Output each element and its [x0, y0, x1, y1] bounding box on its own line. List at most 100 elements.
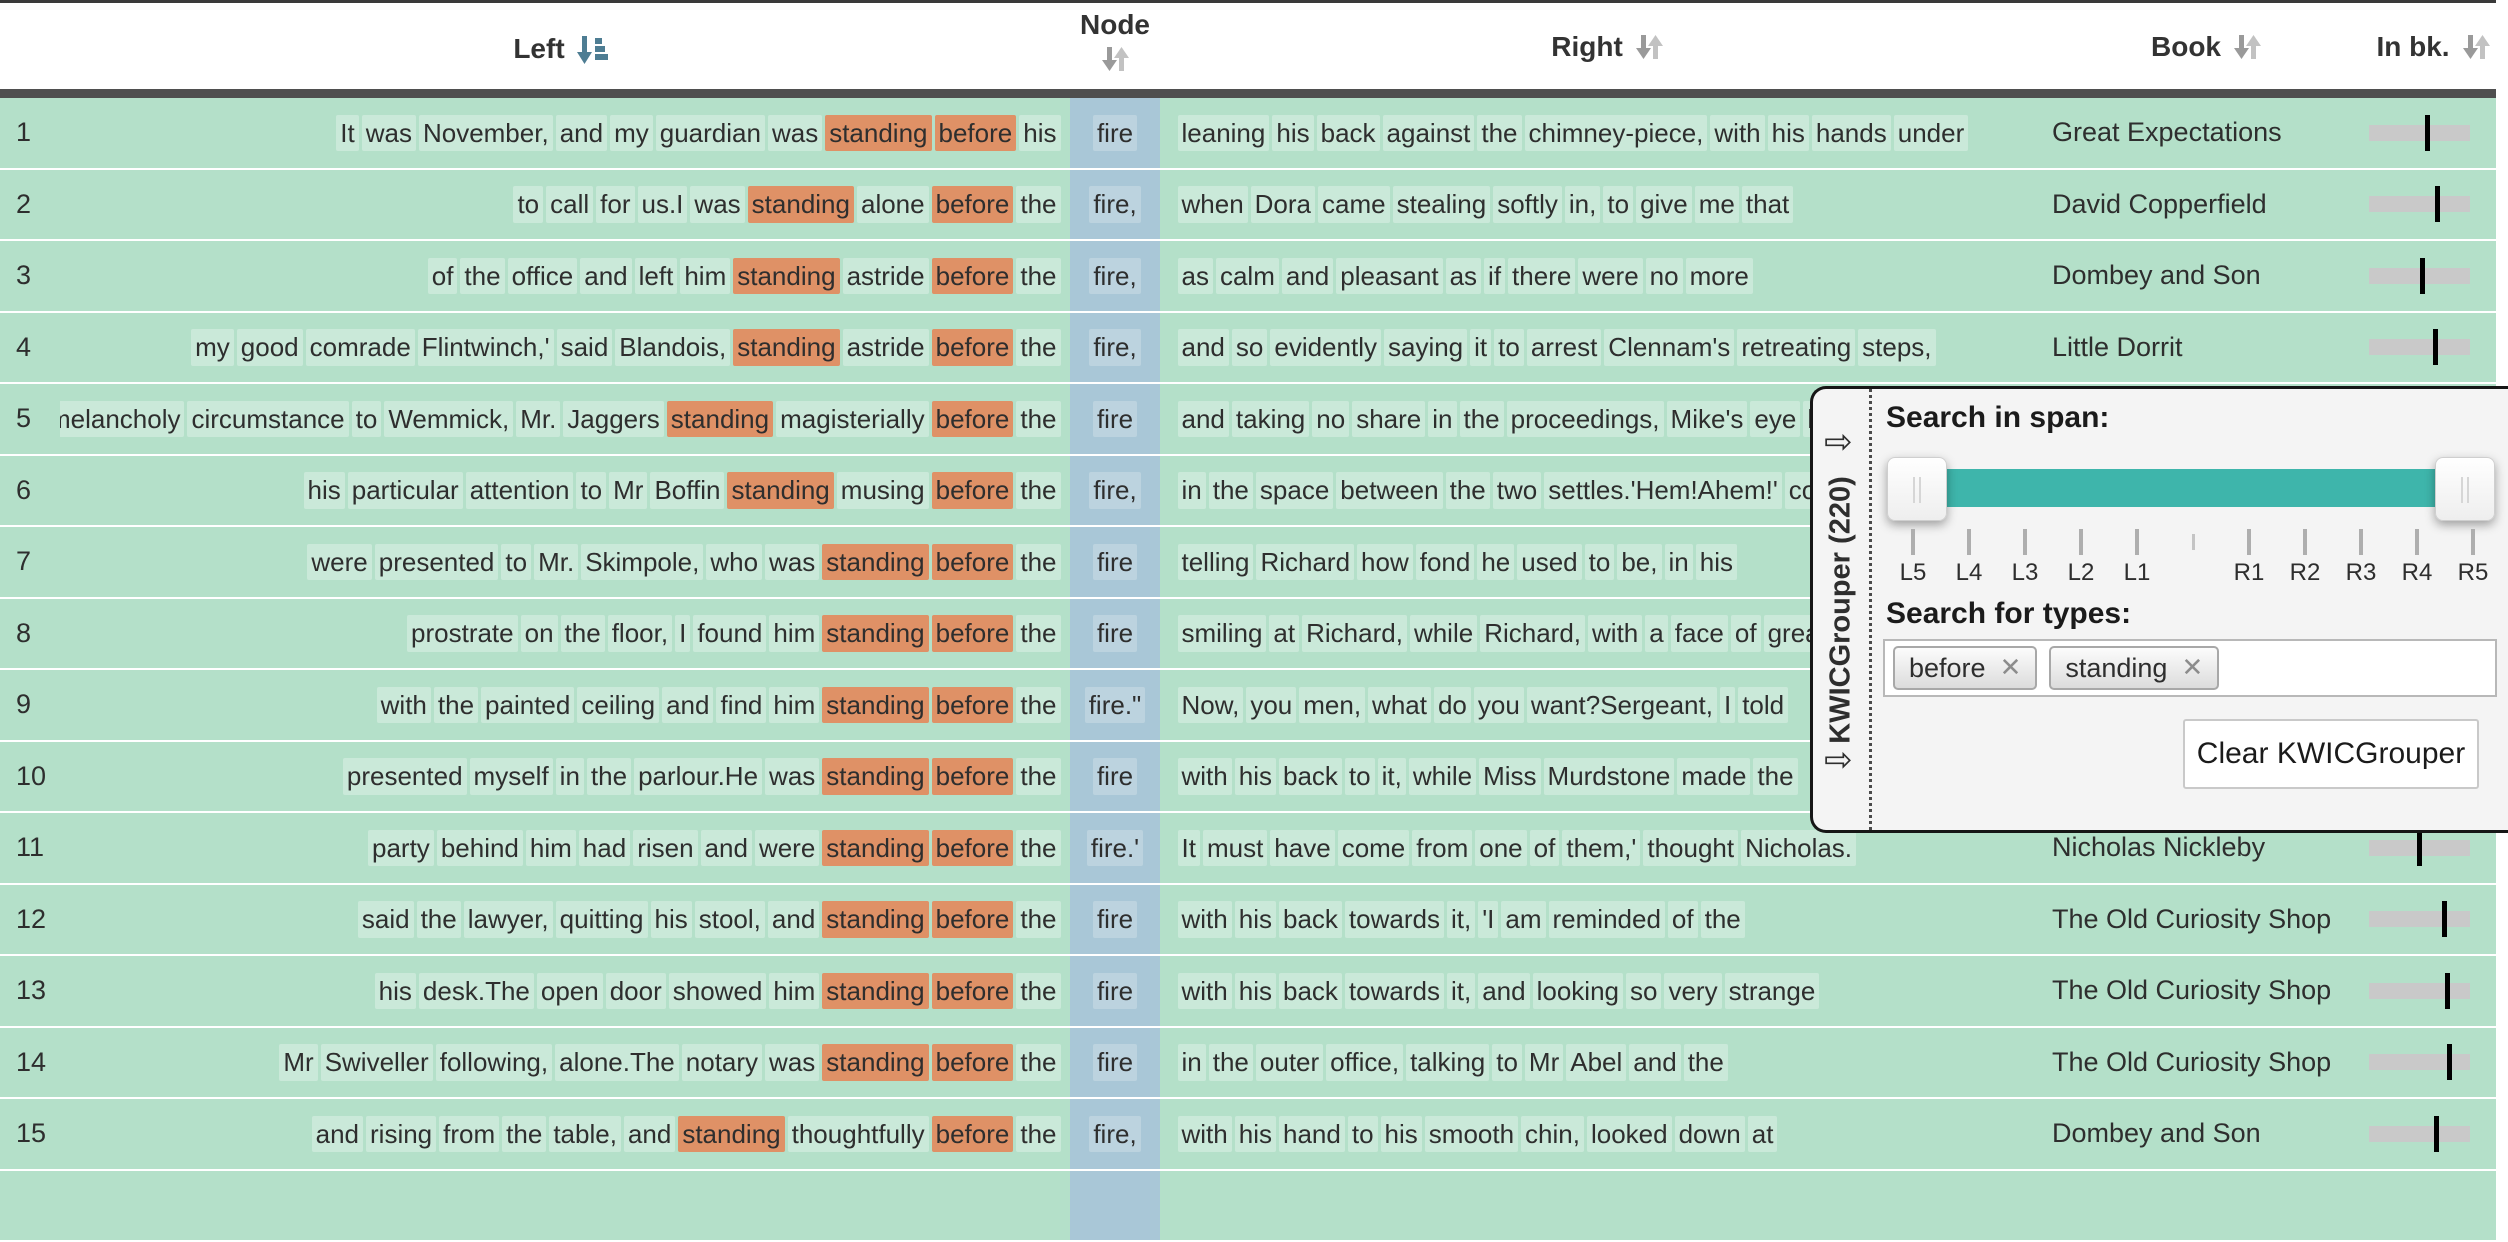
kwicgrouper-collapse-strip[interactable]: ⇨ KWICGrouper (220) ⇨ [1813, 389, 1872, 830]
collapse-arrow-icon[interactable]: ⇨ [1824, 743, 1853, 777]
context-word: was [690, 186, 744, 223]
context-word: It [336, 115, 358, 152]
highlighted-word: before [932, 973, 1014, 1010]
concordance-row[interactable]: 4 mygoodcomradeFlintwinch,'saidBlandois,… [0, 313, 2496, 383]
context-word: was [765, 758, 819, 795]
concordance-row-partial[interactable] [0, 1171, 2496, 1241]
context-word: following, [436, 1044, 552, 1081]
span-tick-label: L5 [1885, 559, 1941, 587]
context-word: come [1338, 830, 1410, 867]
context-word: in [1665, 544, 1693, 581]
span-slider-left-handle[interactable] [1887, 457, 1947, 521]
context-word: floor, [608, 615, 672, 652]
context-word: my [191, 329, 234, 366]
concordance-row[interactable]: 14 MrSwivellerfollowing,alone.Thenotaryw… [0, 1028, 2496, 1098]
context-word: Miss [1479, 758, 1540, 795]
column-header-node[interactable]: Node [1070, 9, 1160, 75]
context-word: Mike's [1667, 401, 1748, 438]
span-tick [2415, 529, 2419, 555]
highlighted-word: before [932, 472, 1014, 509]
column-header-book[interactable]: Book [2052, 31, 2362, 63]
right-context: leaninghisbackagainstthechimney-piece,wi… [1176, 98, 2040, 168]
highlighted-word: before [932, 258, 1014, 295]
node-cell: fire, [1070, 241, 1160, 311]
context-word: risen [633, 830, 697, 867]
span-slider-right-handle[interactable] [2435, 457, 2495, 521]
sort-updown-icon [1099, 43, 1131, 75]
context-word: his [304, 472, 345, 509]
concordance-header: Left Node Right [0, 0, 2496, 98]
context-word: how [1357, 544, 1413, 581]
concordance-row[interactable]: 1 ItwasNovember,andmyguardianwasstanding… [0, 98, 2496, 168]
context-word: calm [1216, 258, 1279, 295]
in-book-marker [2435, 186, 2440, 222]
context-word: office [508, 258, 578, 295]
context-word: and [624, 1116, 675, 1153]
context-word: in [1178, 472, 1206, 509]
context-word: saying [1384, 329, 1467, 366]
sort-updown-icon [2231, 31, 2263, 63]
clear-kwicgrouper-button[interactable]: Clear KWICGrouper [2183, 719, 2479, 789]
context-word: under [1894, 115, 1969, 152]
node-word: fire.' [1087, 830, 1143, 867]
tag-remove-icon[interactable]: ✕ [2000, 653, 2022, 683]
node-word: fire, [1089, 329, 1140, 366]
highlighted-word: standing [822, 615, 928, 652]
context-word: of [1668, 901, 1698, 938]
context-word: towards [1345, 973, 1444, 1010]
span-tick [2079, 529, 2083, 555]
context-word: him [526, 830, 576, 867]
context-word: the [1446, 472, 1490, 509]
context-word: Dora [1251, 186, 1315, 223]
in-book-track [2369, 1054, 2470, 1070]
context-word: in [556, 758, 584, 795]
type-tag[interactable]: before✕ [1893, 646, 2037, 690]
left-context: hisparticularattentiontoMrBoffinstanding… [60, 456, 1062, 526]
concordance-row[interactable]: 13 hisdesk.Theopendoorshowedhimstandingb… [0, 956, 2496, 1026]
context-word: down [1675, 1116, 1745, 1153]
context-word: the [1016, 830, 1060, 867]
context-word: quitting [556, 901, 648, 938]
row-number: 13 [16, 956, 46, 1026]
collapse-arrow-icon[interactable]: ⇨ [1824, 425, 1853, 459]
context-word: so [1626, 973, 1661, 1010]
highlighted-word: before [932, 401, 1014, 438]
context-word: pleasant [1336, 258, 1442, 295]
context-word: am [1501, 901, 1545, 938]
left-context: prostrateonthefloor,Ifoundhimstandingbef… [60, 599, 1062, 669]
context-word: his [1235, 973, 1276, 1010]
context-word: Skimpole, [581, 544, 703, 581]
context-word: back [1317, 115, 1380, 152]
context-word: find [716, 687, 766, 724]
search-for-types-heading: Search for types: [1886, 597, 2131, 631]
concordance-row[interactable]: 12 saidthelawyer,quittinghisstool,andsta… [0, 885, 2496, 955]
type-tags-input[interactable]: before✕ standing✕ [1883, 639, 2497, 697]
concordance-row[interactable]: 15 andrisingfromthetable,andstandingthou… [0, 1099, 2496, 1169]
concordance-row[interactable]: 2 tocallforus.Iwasstandingalonebeforethe… [0, 170, 2496, 240]
span-tick [2247, 529, 2251, 555]
context-word: and [1178, 401, 1229, 438]
column-header-right[interactable]: Right [1176, 31, 2040, 63]
context-word: to [1494, 329, 1524, 366]
context-word: as [1446, 258, 1481, 295]
context-word: and [1282, 258, 1333, 295]
context-word: Murdstone [1544, 758, 1675, 795]
in-book-marker [2433, 329, 2438, 365]
column-header-in-book[interactable]: In bk. [2369, 31, 2499, 63]
column-header-left[interactable]: Left [60, 31, 1062, 67]
context-word: was [362, 115, 416, 152]
context-word: while [1409, 758, 1476, 795]
context-word: two [1493, 472, 1541, 509]
span-tick-label: R1 [2221, 559, 2277, 587]
node-word: fire." [1085, 687, 1146, 724]
book-title: Dombey and Son [2052, 1099, 2362, 1169]
context-word: the [1016, 615, 1060, 652]
type-tag[interactable]: standing✕ [2049, 646, 2219, 690]
right-context: intheouteroffice,talkingtoMrAbelandthe [1176, 1028, 2040, 1098]
in-book-track [2369, 196, 2470, 212]
tag-remove-icon[interactable]: ✕ [2181, 653, 2203, 683]
context-word: reminded [1549, 901, 1665, 938]
context-word: Richard, [1302, 615, 1407, 652]
concordance-row[interactable]: 3 oftheofficeandlefthimstandingastridebe… [0, 241, 2496, 311]
context-word: his [1235, 901, 1276, 938]
